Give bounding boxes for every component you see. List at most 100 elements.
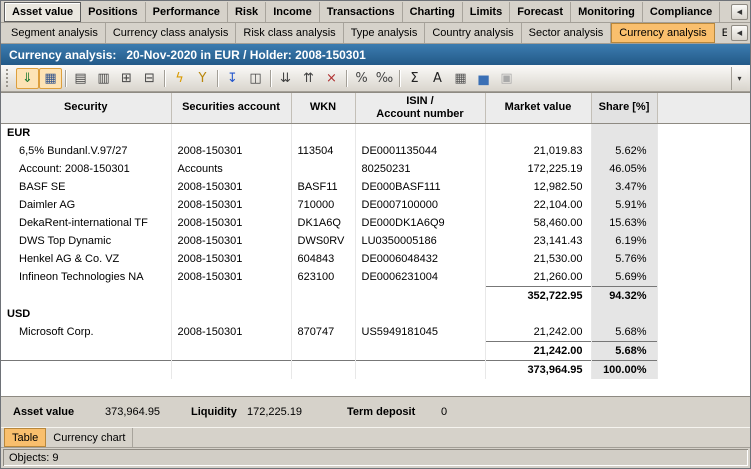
main-tab-asset-value[interactable]: Asset value [4, 2, 81, 22]
permille-button[interactable]: ‰ [373, 68, 396, 89]
column-header-isin-line1: ISIN / [358, 95, 483, 108]
toolbar-icons-container: ⇓▦▤▥⊞⊟ϟY↧◫⇊⇈×%‰ΣA▦▅▣ [16, 68, 518, 89]
main-tab-monitoring[interactable]: Monitoring [571, 2, 643, 22]
font-button[interactable]: A [426, 68, 449, 89]
currency-group-row[interactable]: USD [1, 305, 750, 323]
share-cell: 5.76% [591, 250, 657, 268]
main-tab-scroll-left-button[interactable]: ◀ [731, 4, 748, 20]
security-row[interactable]: Microsoft Corp.2008-150301870747US594918… [1, 323, 750, 342]
share-cell: 15.63% [591, 214, 657, 232]
column-header-wkn[interactable]: WKN [291, 93, 355, 123]
zoom-table-button[interactable]: ◫ [244, 68, 267, 89]
table-view-button[interactable]: ▤ [69, 68, 92, 89]
security-cell: 6,5% Bundanl.V.97/27 [1, 142, 171, 160]
zoom-table-icon: ◫ [249, 72, 261, 85]
main-tab-income[interactable]: Income [266, 2, 320, 22]
security-cell: Account: 2008-150301 [1, 160, 171, 178]
market-value-cell: 23,141.43 [485, 232, 591, 250]
security-row[interactable]: Daimler AG2008-150301710000DE00071000002… [1, 196, 750, 214]
isin-cell: DE0006231004 [355, 268, 485, 287]
filler-cell [657, 305, 750, 323]
column-header-isin[interactable]: ISIN / Account number [355, 93, 485, 123]
bar-chart-button[interactable]: ▅ [472, 68, 495, 89]
main-tab-forecast[interactable]: Forecast [510, 2, 571, 22]
sort-down-button[interactable]: ↧ [221, 68, 244, 89]
analysis-tab-risk-class-analysis[interactable]: Risk class analysis [236, 23, 343, 43]
remove-table-button[interactable]: ⊟ [138, 68, 161, 89]
collapse-rows-button[interactable]: ⇈ [297, 68, 320, 89]
account-cell [171, 341, 291, 360]
account-cell [171, 305, 291, 323]
liquidity-amount: 172,225.19 [247, 406, 347, 418]
main-tab-performance[interactable]: Performance [146, 2, 228, 22]
market-value-cell: 21,019.83 [485, 142, 591, 160]
grid-button[interactable]: ▦ [449, 68, 472, 89]
main-tab-positions[interactable]: Positions [81, 2, 146, 22]
wkn-cell: DK1A6Q [291, 214, 355, 232]
remove-table-icon: ⊟ [144, 72, 155, 85]
security-row[interactable]: DWS Top Dynamic2008-150301DWS0RVLU035000… [1, 232, 750, 250]
column-header-securities-account[interactable]: Securities account [171, 93, 291, 123]
main-tab-risk[interactable]: Risk [228, 2, 266, 22]
grand-total-row[interactable]: 373,964.95100.00% [1, 360, 750, 379]
filler-cell [657, 360, 750, 379]
main-tab-compliance[interactable]: Compliance [643, 2, 720, 22]
pivot-table-button[interactable]: ▥ [92, 68, 115, 89]
market-value-cell: 21,260.00 [485, 268, 591, 287]
security-row[interactable]: Henkel AG & Co. VZ2008-150301604843DE000… [1, 250, 750, 268]
account-cell: 2008-150301 [171, 178, 291, 196]
account-cell [171, 360, 291, 379]
main-tab-limits[interactable]: Limits [463, 2, 510, 22]
main-tab-charting[interactable]: Charting [403, 2, 463, 22]
wkn-cell: BASF11 [291, 178, 355, 196]
analysis-tab-scroll-left-button[interactable]: ◀ [731, 25, 748, 41]
wkn-cell [291, 160, 355, 178]
status-objects: Objects: 9 [3, 449, 748, 466]
filler-cell [657, 214, 750, 232]
sum-button[interactable]: Σ [403, 68, 426, 89]
security-row[interactable]: Infineon Technologies NA2008-15030162310… [1, 268, 750, 287]
analysis-tab-type-analysis[interactable]: Type analysis [344, 23, 426, 43]
filter-button[interactable]: Y [191, 68, 214, 89]
account-cell [171, 286, 291, 305]
analysis-tab-country-analysis[interactable]: Country analysis [425, 23, 521, 43]
chart-view-button[interactable]: ▦ [39, 68, 62, 89]
expand-rows-button[interactable]: ⇊ [274, 68, 297, 89]
image-button: ▣ [495, 68, 518, 89]
column-header-share[interactable]: Share [%] [591, 93, 657, 123]
security-row[interactable]: DekaRent-international TF2008-150301DK1A… [1, 214, 750, 232]
group-subtotal-row[interactable]: 352,722.9594.32% [1, 286, 750, 305]
percent-button[interactable]: % [350, 68, 373, 89]
permille-icon: ‰ [376, 72, 393, 85]
column-header-isin-line2: Account number [358, 108, 483, 121]
table-panel: Security Securities account WKN ISIN / A… [1, 92, 750, 396]
currency-group-row[interactable]: EUR [1, 123, 750, 142]
security-cell: Microsoft Corp. [1, 323, 171, 342]
analysis-tab-segment-analysis[interactable]: Segment analysis [4, 23, 106, 43]
clear-filter-button[interactable]: × [320, 68, 343, 89]
analysis-tab-sector-analysis[interactable]: Sector analysis [522, 23, 612, 43]
group-subtotal-row[interactable]: 21,242.005.68% [1, 341, 750, 360]
export-button[interactable]: ⇓ [16, 68, 39, 89]
market-value-cell: 21,242.00 [485, 341, 591, 360]
share-cell: 5.69% [591, 268, 657, 287]
toolbar-grip[interactable] [6, 69, 11, 87]
security-row[interactable]: Account: 2008-150301Accounts80250231172,… [1, 160, 750, 178]
bottom-tab-currency-chart[interactable]: Currency chart [46, 428, 133, 447]
main-tab-transactions[interactable]: Transactions [320, 2, 403, 22]
add-table-button[interactable]: ⊞ [115, 68, 138, 89]
security-row[interactable]: BASF SE2008-150301BASF11DE000BASF11112,9… [1, 178, 750, 196]
analysis-tab-currency-analysis[interactable]: Currency analysis [611, 23, 714, 43]
toolbar-overflow-button[interactable]: ▾ [731, 67, 747, 90]
market-value-cell: 21,530.00 [485, 250, 591, 268]
analysis-tab-currency-class-analysis[interactable]: Currency class analysis [106, 23, 237, 43]
bottom-tab-table[interactable]: Table [4, 428, 46, 447]
analysis-tab-exposure[interactable]: Exposure [715, 23, 727, 43]
filter-flash-button[interactable]: ϟ [168, 68, 191, 89]
column-header-security[interactable]: Security [1, 93, 171, 123]
term-deposit-label: Term deposit [347, 406, 441, 418]
wkn-cell: DWS0RV [291, 232, 355, 250]
column-header-market-value[interactable]: Market value [485, 93, 591, 123]
security-row[interactable]: 6,5% Bundanl.V.97/272008-150301113504DE0… [1, 142, 750, 160]
wkn-cell [291, 123, 355, 142]
